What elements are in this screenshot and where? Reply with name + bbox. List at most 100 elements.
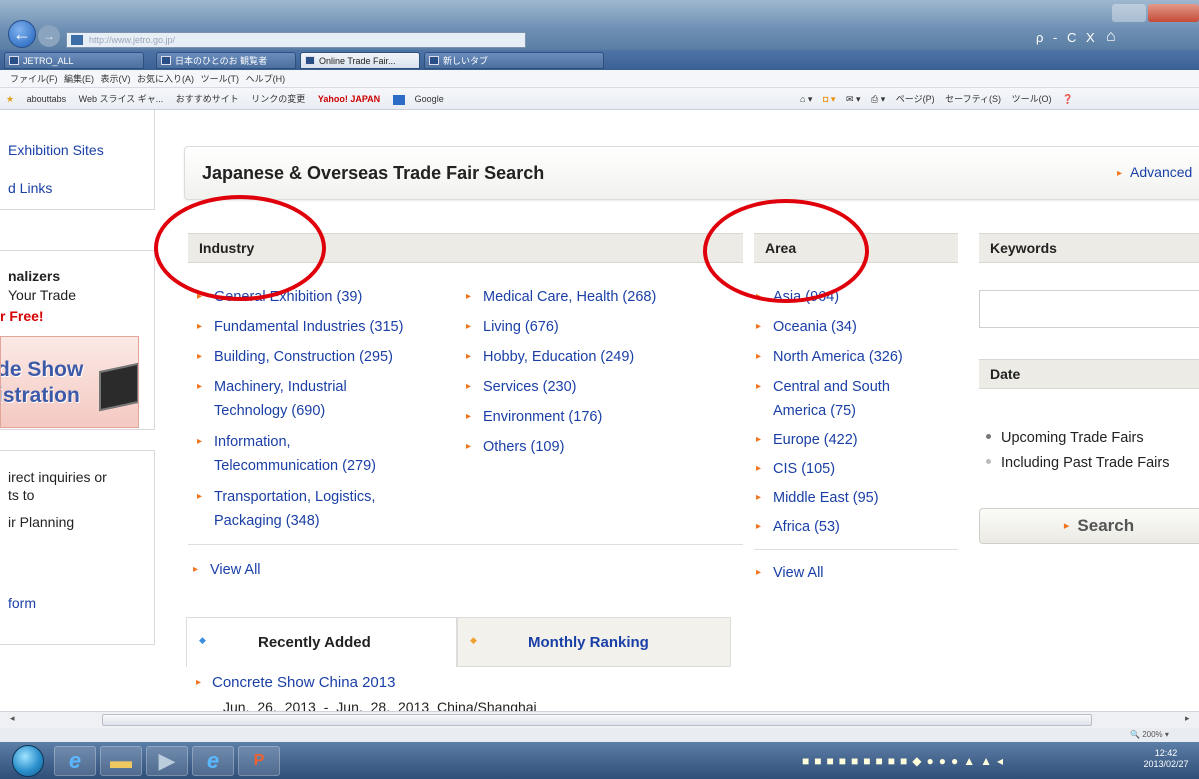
zoom-level[interactable]: 🔍 200% ▾ (1130, 730, 1169, 739)
industry-transportation-logistics[interactable]: ▸ Transportation, Logistics, Packaging (34… (197, 485, 375, 533)
fav-google[interactable]: Google (392, 94, 454, 105)
close-window-button[interactable] (1148, 4, 1199, 22)
industry-medical-care[interactable]: ▸ Medical Care, Health (268) (466, 285, 656, 309)
ie-active-taskbar-icon[interactable]: e (192, 746, 234, 776)
start-button[interactable] (12, 745, 44, 777)
industry-living[interactable]: ▸ Living (676) (466, 315, 559, 339)
analyzer-heading: nalizers (8, 268, 61, 284)
browser-tab-1[interactable]: JETRO_ALL (4, 52, 144, 69)
ie-taskbar-icon[interactable]: e (54, 746, 96, 776)
back-button[interactable]: ← (8, 20, 36, 48)
search-button-label: Search (1077, 516, 1135, 535)
clock[interactable]: 12:42 2013/02/27 (1136, 748, 1196, 770)
feeds-icon[interactable]: ◘ ▾ (823, 94, 835, 104)
related-links-link[interactable]: d Links (8, 180, 52, 196)
industry-others[interactable]: ▸ Others (109) (466, 435, 564, 459)
folder-taskbar-icon[interactable]: ▬ (100, 746, 142, 776)
page-menu[interactable]: ページ(P) (896, 94, 935, 104)
area-central-south-america[interactable]: ▸ Central and South America (75) (756, 375, 890, 423)
industry-fundamental-industries[interactable]: ▸ Fundamental Industries (315) (197, 315, 403, 339)
horizontal-scrollbar[interactable]: ◂ ▸ (0, 711, 1199, 728)
home-small-icon[interactable]: ⌂ ▾ (800, 94, 812, 104)
scrollbar-thumb[interactable] (102, 714, 1092, 726)
industry-services[interactable]: ▸ Services (230) (466, 375, 577, 399)
home-icon[interactable]: ⌂ (1106, 28, 1116, 46)
menu-view[interactable]: 表示(V) (101, 74, 131, 84)
area-europe[interactable]: ▸ Europe (422) (756, 428, 858, 452)
area-cis[interactable]: ▸ CIS (105) (756, 457, 835, 481)
tab-monthly-ranking[interactable]: ◆ Monthly Ranking (457, 617, 731, 667)
advanced-search-link[interactable]: ▸ Advanced (1117, 164, 1192, 180)
browser-tab-2[interactable]: 日本のひとのお 観覧者 (156, 52, 296, 69)
favorites-star-icon[interactable]: ★ (6, 94, 14, 104)
radio-unselected-icon[interactable] (986, 459, 991, 464)
forward-button[interactable]: → (38, 25, 60, 47)
area-oceania[interactable]: ▸ Oceania (34) (756, 315, 857, 339)
radio-selected-icon[interactable] (986, 434, 991, 439)
date-past-option[interactable]: Including Past Trade Fairs (986, 455, 1169, 471)
refresh-stop-controls[interactable]: ρ - C X (1036, 30, 1098, 45)
zoom-value: 200% (1142, 730, 1163, 739)
analyzer-text: Your Trade (8, 287, 76, 303)
industry-general-exhibition[interactable]: ▸ General Exhibition (39) (197, 285, 362, 309)
powerpoint-taskbar-icon[interactable]: P (238, 746, 280, 776)
mail-icon[interactable]: ✉ ▾ (846, 94, 861, 104)
tools-menu[interactable]: ツール(O) (1012, 94, 1052, 104)
menu-favorites[interactable]: お気に入り(A) (137, 74, 194, 84)
area-view-all-link[interactable]: ▸ View All (756, 561, 824, 585)
inquiry-text-2: ts to (8, 487, 35, 503)
fav-web-slice[interactable]: Web スライス ギャ... (79, 94, 164, 104)
industry-building-construction[interactable]: ▸ Building, Construction (295) (197, 345, 393, 369)
date-heading: Date (979, 359, 1199, 389)
area-label: Europe (422) (773, 432, 858, 448)
fav-link-change[interactable]: リンクの変更 (251, 94, 305, 104)
menu-help[interactable]: ヘルプ(H) (246, 74, 286, 84)
industry-hobby-education[interactable]: ▸ Hobby, Education (249) (466, 345, 634, 369)
date-upcoming-option[interactable]: Upcoming Trade Fairs (986, 430, 1144, 446)
browser-tab-3[interactable]: Online Trade Fair... (300, 52, 420, 69)
search-button[interactable]: ▸ Search (979, 508, 1199, 544)
bullet-icon: ▸ (197, 436, 203, 447)
address-bar[interactable]: http://www.jetro.go.jp/ (66, 32, 526, 48)
menu-tools[interactable]: ツール(T) (201, 74, 240, 84)
fav-yahoo-japan[interactable]: Yahoo! JAPAN (318, 94, 380, 104)
category-label: Services (230) (483, 379, 577, 395)
browser-tab-4[interactable]: 新しいタブ (424, 52, 604, 69)
industry-view-all-link[interactable]: ▸ View All (193, 558, 261, 582)
bullet-icon: ▸ (197, 291, 203, 302)
recent-trade-fair-link[interactable]: ▸ Concrete Show China 2013 (196, 674, 395, 691)
scroll-right-icon[interactable]: ▸ (1185, 713, 1190, 724)
industry-machinery[interactable]: ▸ Machinery, Industrial Technology (690) (197, 375, 347, 423)
category-label-line2: Technology (690) (214, 403, 326, 419)
browser-titlebar: ← → http://www.jetro.go.jp/ ρ - C X ⌂ (0, 0, 1199, 50)
area-middle-east[interactable]: ▸ Middle East (95) (756, 486, 879, 510)
industry-divider (188, 544, 743, 545)
menu-edit[interactable]: 編集(E) (64, 74, 94, 84)
area-africa[interactable]: ▸ Africa (53) (756, 515, 840, 539)
trade-fair-search-panel: Japanese & Overseas Trade Fair Search ▸ A… (166, 110, 1199, 711)
keywords-input[interactable] (979, 290, 1199, 328)
exhibition-sites-link[interactable]: Exhibition Sites (8, 142, 104, 158)
system-tray-icons[interactable]: ■■■■■■■■■◆●●●▲▲◂ (802, 754, 1008, 768)
industry-environment[interactable]: ▸ Environment (176) (466, 405, 602, 429)
menu-file[interactable]: ファイル(F) (10, 74, 58, 84)
zoom-icon: 🔍 (1130, 730, 1143, 739)
tab-recently-added[interactable]: ◆ Recently Added (186, 617, 457, 667)
inquiry-form-link[interactable]: form (8, 595, 36, 611)
help-icon[interactable]: ❓ (1062, 94, 1073, 104)
safety-menu[interactable]: セーフティ(S) (945, 94, 1001, 104)
industry-information-telecom[interactable]: ▸ Information, Telecommunication (279) (197, 430, 376, 478)
area-north-america[interactable]: ▸ North America (326) (756, 345, 903, 369)
area-asia[interactable]: ▸ Asia (964) (756, 285, 839, 309)
media-taskbar-icon[interactable]: ▶ (146, 746, 188, 776)
bullet-icon: ▸ (756, 291, 762, 302)
trade-show-registration-banner[interactable]: de Show istration (0, 336, 139, 428)
tab-label: 日本のひとのお 観覧者 (175, 56, 268, 66)
recent-item-date: Jun. 26, 2013 - Jun. 28, 2013 China/Shan… (223, 699, 537, 711)
minimize-button[interactable] (1112, 4, 1146, 22)
fav-abouttabs[interactable]: abouttabs (27, 94, 67, 104)
scroll-left-icon[interactable]: ◂ (10, 713, 15, 724)
print-icon[interactable]: ⎙ ▾ (871, 94, 885, 104)
fav-recommended[interactable]: おすすめサイト (176, 94, 239, 104)
analyzer-free-text: r Free! (0, 308, 44, 324)
